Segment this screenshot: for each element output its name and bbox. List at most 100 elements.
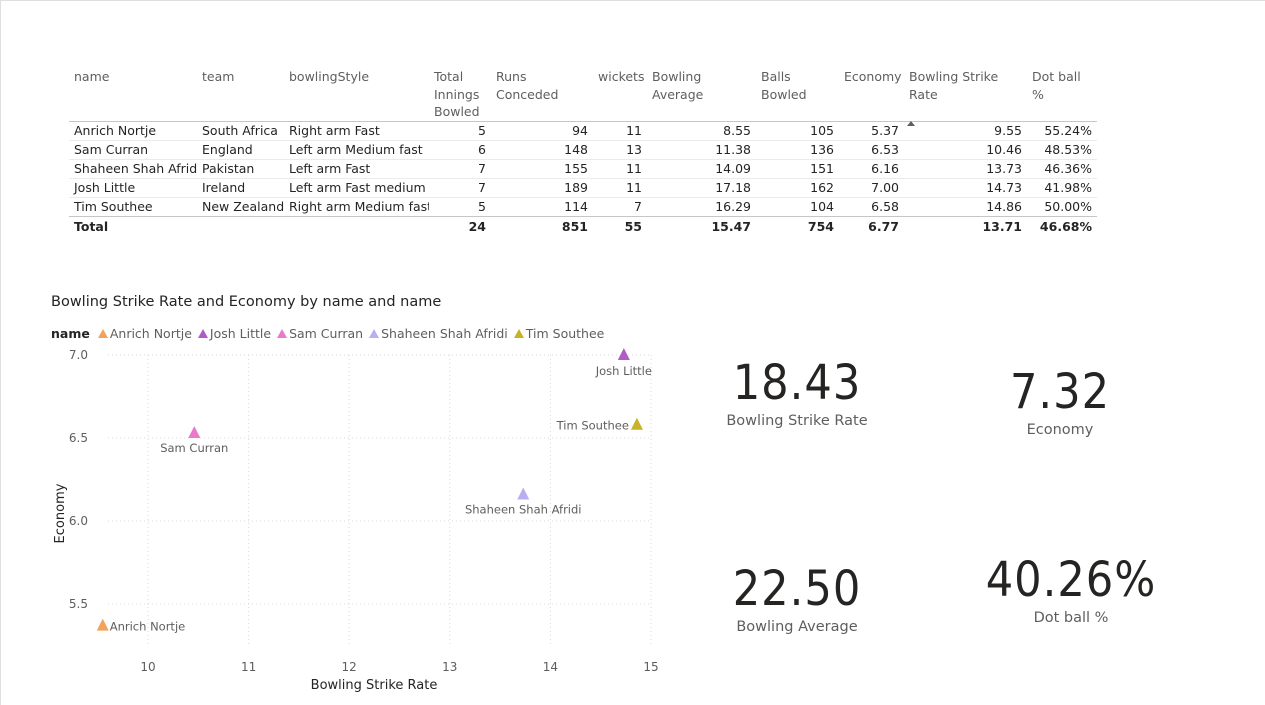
cell-balls: 104 <box>810 198 834 214</box>
triangle-marker-icon <box>197 329 208 338</box>
cell-team: New Zealand <box>202 198 284 214</box>
data-point[interactable] <box>188 426 201 439</box>
table-row[interactable]: Sam Curran England Left arm Medium fast … <box>69 140 1097 159</box>
column-header[interactable]: Total Innings Bowled <box>429 68 491 121</box>
cell-balls: 162 <box>810 179 834 195</box>
cell-innings: 6 <box>478 141 486 157</box>
total-label: Total <box>69 215 197 236</box>
cell-economy: 5.37 <box>871 122 899 138</box>
cell-economy: 6.58 <box>871 198 899 214</box>
cell-wickets: 11 <box>626 122 642 138</box>
total-balls: 754 <box>756 215 839 236</box>
cell-runs: 155 <box>564 160 588 176</box>
cell-bowling-style: Right arm Fast <box>289 122 380 138</box>
data-point[interactable] <box>517 487 530 500</box>
cell-wickets: 7 <box>634 198 642 214</box>
cell-average: 14.09 <box>715 160 751 176</box>
cell-team: Ireland <box>202 179 246 195</box>
cell-team: Pakistan <box>202 160 255 176</box>
legend-item[interactable]: Shaheen Shah Afridi <box>369 326 508 341</box>
kpi-label: Economy <box>1026 422 1094 438</box>
column-header[interactable]: Runs Conceded <box>491 68 593 121</box>
chart-legend: name Anrich Nortje Josh Little Sam Curra… <box>51 326 610 341</box>
kpi-card-economy[interactable]: 7.32 Economy <box>980 364 1140 440</box>
table-row[interactable]: Tim Southee New Zealand Right arm Medium… <box>69 197 1097 216</box>
data-point[interactable] <box>617 348 630 360</box>
column-header[interactable]: name <box>69 68 197 121</box>
column-header[interactable]: Bowling Average <box>647 68 756 121</box>
column-header[interactable]: Dot ball % <box>1027 68 1097 121</box>
triangle-marker-icon <box>97 329 108 338</box>
legend-item[interactable]: Anrich Nortje <box>97 326 192 341</box>
total-team <box>197 215 284 236</box>
kpi-label: Bowling Average <box>736 619 858 635</box>
total-runs: 851 <box>491 215 593 236</box>
data-label: Shaheen Shah Afridi <box>465 502 582 516</box>
legend-item-label: Shaheen Shah Afridi <box>381 326 508 341</box>
x-tick-label: 15 <box>643 660 658 674</box>
legend-title: name <box>51 326 90 341</box>
triangle-marker-icon <box>369 329 380 338</box>
x-axis-title: Bowling Strike Rate <box>311 678 438 693</box>
cell-average: 8.55 <box>723 122 751 138</box>
legend-item[interactable]: Josh Little <box>197 326 271 341</box>
total-average: 15.47 <box>647 215 756 236</box>
scatter-plot[interactable]: 10 11 12 13 14 15 5.5 6.0 6.5 7.0 Bowling Strike R… <box>40 345 680 700</box>
x-tick-label: 14 <box>543 660 558 674</box>
data-label: Sam Curran <box>160 441 228 455</box>
table-header-row: name team bowlingStyle Total Innings Bow… <box>69 68 1097 121</box>
x-tick-label: 12 <box>342 660 357 674</box>
y-tick-label: 5.5 <box>69 597 88 611</box>
kpi-value: 7.32 <box>1009 364 1111 420</box>
column-header[interactable]: Balls Bowled <box>756 68 839 121</box>
data-label: Tim Southee <box>556 419 629 433</box>
column-header[interactable]: wickets <box>593 68 647 121</box>
cell-dot-ball: 50.00% <box>1044 198 1092 214</box>
data-point[interactable] <box>96 618 109 631</box>
cell-runs: 189 <box>564 179 588 195</box>
cell-wickets: 11 <box>626 179 642 195</box>
kpi-value: 22.50 <box>732 561 862 617</box>
table-row[interactable]: Anrich Nortje South Africa Right arm Fas… <box>69 121 1097 140</box>
cell-wickets: 13 <box>626 141 642 157</box>
cell-average: 11.38 <box>715 141 751 157</box>
kpi-card-dot-ball[interactable]: 40.26% Dot ball % <box>966 552 1176 628</box>
sort-ascending-icon[interactable] <box>907 121 915 126</box>
column-header[interactable]: Economy <box>839 68 904 121</box>
cell-team: South Africa <box>202 122 278 138</box>
data-point[interactable] <box>630 417 643 430</box>
cell-runs: 148 <box>564 141 588 157</box>
column-header[interactable]: team <box>197 68 284 121</box>
y-tick-label: 6.5 <box>69 431 88 445</box>
data-label: Anrich Nortje <box>110 620 186 634</box>
column-header[interactable]: bowlingStyle <box>284 68 429 121</box>
x-tick-label: 13 <box>442 660 457 674</box>
kpi-card-strike-rate[interactable]: 18.43 Bowling Strike Rate <box>717 355 877 431</box>
cell-balls: 136 <box>810 141 834 157</box>
column-header[interactable]: Bowling Strike Rate <box>904 68 1027 121</box>
total-style <box>284 215 429 236</box>
total-dot-ball: 46.68% <box>1027 215 1097 236</box>
kpi-card-bowling-average[interactable]: 22.50 Bowling Average <box>717 561 877 637</box>
total-innings: 24 <box>429 215 491 236</box>
cell-dot-ball: 48.53% <box>1044 141 1092 157</box>
table-row[interactable]: Josh Little Ireland Left arm Fast medium… <box>69 178 1097 197</box>
triangle-marker-icon <box>277 329 288 338</box>
cell-strike-rate: 14.86 <box>986 198 1022 214</box>
cell-innings: 7 <box>478 179 486 195</box>
cell-average: 17.18 <box>715 179 751 195</box>
data-label: Josh Little <box>595 364 652 378</box>
cell-balls: 151 <box>810 160 834 176</box>
legend-item-label: Sam Curran <box>289 326 364 341</box>
cell-economy: 6.16 <box>871 160 899 176</box>
y-tick-label: 6.0 <box>69 514 88 528</box>
legend-item[interactable]: Sam Curran <box>277 326 363 341</box>
legend-item[interactable]: Tim Southee <box>513 326 604 341</box>
cell-bowling-style: Left arm Fast <box>289 160 371 176</box>
kpi-label: Bowling Strike Rate <box>726 413 868 429</box>
cell-runs: 114 <box>564 198 588 214</box>
cell-innings: 5 <box>478 198 486 214</box>
table-row[interactable]: Shaheen Shah Afridi Pakistan Left arm Fa… <box>69 159 1097 178</box>
page-left-border <box>0 0 1 705</box>
cell-innings: 5 <box>478 122 486 138</box>
